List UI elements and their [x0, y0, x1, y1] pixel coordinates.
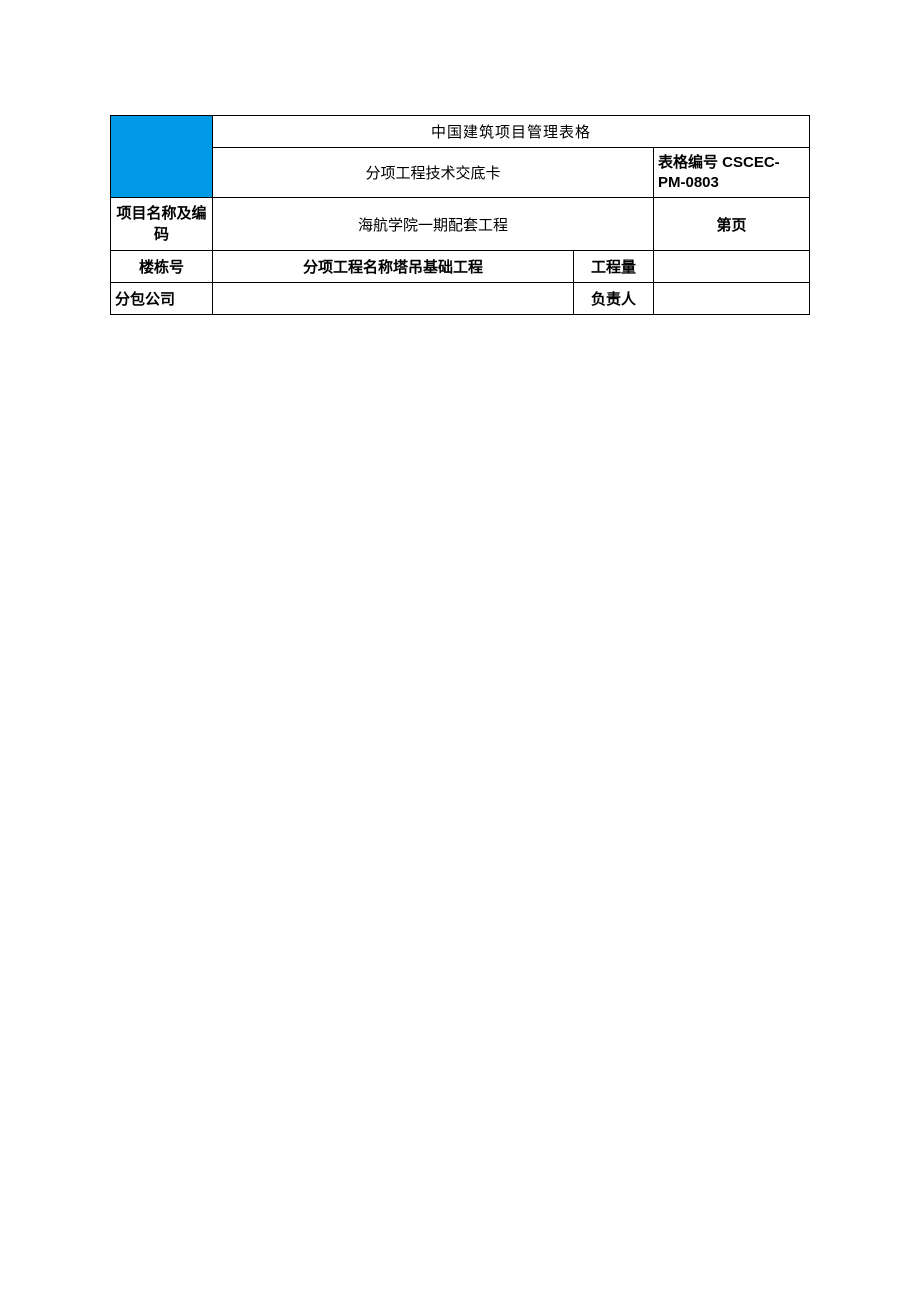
form-subtitle: 分项工程技术交底卡 [213, 148, 654, 198]
page-label: 第页 [654, 198, 810, 251]
table-row: 分包公司 负责人 [111, 283, 810, 315]
table-row: 项目名称及编码 海航学院一期配套工程 第页 [111, 198, 810, 251]
table-row: 中国建筑项目管理表格 [111, 116, 810, 148]
subcontractor-value [213, 283, 574, 315]
project-name-value: 海航学院一期配套工程 [213, 198, 654, 251]
subitem-name-value: 分项工程名称塔吊基础工程 [213, 251, 574, 283]
quantity-label: 工程量 [574, 251, 654, 283]
quantity-value [654, 251, 810, 283]
form-title: 中国建筑项目管理表格 [213, 116, 810, 148]
form-number: 表格编号 CSCEC-PM-0803 [654, 148, 810, 198]
table-row: 分项工程技术交底卡 表格编号 CSCEC-PM-0803 [111, 148, 810, 198]
responsible-label: 负责人 [574, 283, 654, 315]
building-number-label: 楼栋号 [111, 251, 213, 283]
responsible-value [654, 283, 810, 315]
subcontractor-label: 分包公司 [111, 283, 213, 315]
table-row: 楼栋号 分项工程名称塔吊基础工程 工程量 [111, 251, 810, 283]
project-name-label: 项目名称及编码 [111, 198, 213, 251]
management-form-table: 中国建筑项目管理表格 分项工程技术交底卡 表格编号 CSCEC-PM-0803 … [110, 115, 810, 315]
logo-cell [111, 116, 213, 198]
